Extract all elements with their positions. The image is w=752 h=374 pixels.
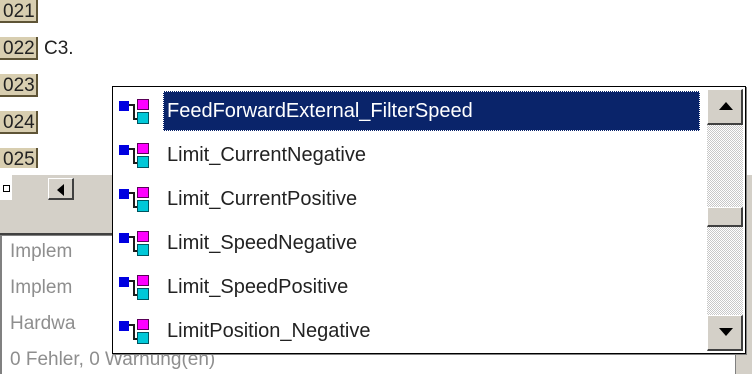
- autocomplete-item-label: FeedForwardExternal_FilterSpeed: [163, 91, 700, 131]
- autocomplete-item-label: Limit_CurrentNegative: [167, 144, 366, 166]
- arrow-up-icon: [719, 102, 733, 110]
- autocomplete-item-label: LimitPosition_Negative: [167, 320, 371, 342]
- autocomplete-item[interactable]: Limit_SpeedNegative: [115, 221, 705, 265]
- symbol-variable-icon: [119, 228, 155, 258]
- autocomplete-list[interactable]: FeedForwardExternal_FilterSpeed Limit_Cu…: [115, 89, 705, 351]
- scroll-down-button[interactable]: [707, 315, 743, 351]
- line-number: 022: [0, 37, 38, 60]
- symbol-variable-icon: [119, 316, 155, 346]
- line-number: 023: [0, 74, 38, 97]
- symbol-variable-icon: [119, 140, 155, 170]
- autocomplete-scrollbar[interactable]: [707, 89, 743, 351]
- line-number: 025: [0, 148, 38, 168]
- scrollbar-thumb[interactable]: [707, 207, 743, 227]
- autocomplete-item[interactable]: Limit_CurrentNegative: [115, 133, 705, 177]
- autocomplete-item-label: Limit_SpeedPositive: [167, 276, 349, 298]
- autocomplete-item[interactable]: LimitPosition_Negative: [115, 309, 705, 351]
- line-number: 024: [0, 111, 38, 134]
- scroll-left-button[interactable]: [48, 178, 74, 200]
- line-text[interactable]: C3.: [44, 37, 74, 61]
- symbol-variable-icon: [119, 96, 155, 126]
- arrow-left-icon: [57, 184, 64, 196]
- symbol-variable-icon: [119, 184, 155, 214]
- code-line[interactable]: 021: [0, 0, 752, 24]
- autocomplete-item[interactable]: Limit_SpeedPositive: [115, 265, 705, 309]
- scroll-up-button[interactable]: [707, 89, 743, 125]
- autocomplete-item-label: Limit_SpeedNegative: [167, 232, 358, 254]
- line-number: 021: [0, 0, 38, 23]
- ide-window: 021 022 C3. 023 024 025 Implem Implem Ha…: [0, 0, 752, 374]
- message-line: Implem: [10, 241, 73, 262]
- autocomplete-item[interactable]: FeedForwardExternal_FilterSpeed: [115, 89, 705, 133]
- autocomplete-item[interactable]: Limit_CurrentPositive: [115, 177, 705, 221]
- arrow-down-icon: [719, 328, 733, 336]
- autocomplete-popup[interactable]: FeedForwardExternal_FilterSpeed Limit_Cu…: [112, 86, 746, 354]
- selection-handle[interactable]: [3, 185, 10, 192]
- autocomplete-item-label: Limit_CurrentPositive: [167, 188, 358, 210]
- symbol-variable-icon: [119, 272, 155, 302]
- message-line: Hardwa: [10, 313, 76, 334]
- message-line: Implem: [10, 277, 73, 298]
- code-line[interactable]: 022 C3.: [0, 37, 752, 61]
